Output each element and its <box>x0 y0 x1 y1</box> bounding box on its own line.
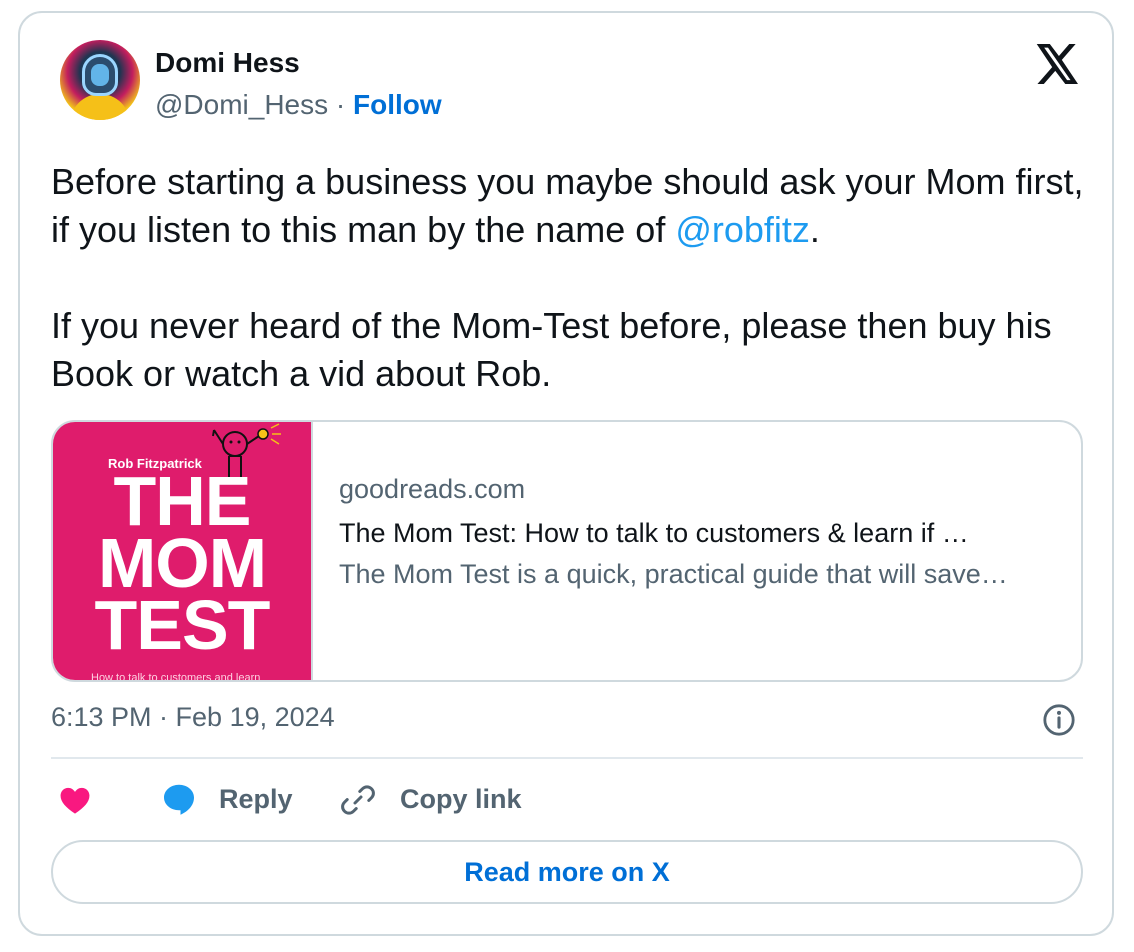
tweet-text: Before starting a business you maybe sho… <box>51 158 1091 398</box>
x-logo-icon[interactable] <box>1036 44 1080 84</box>
info-icon[interactable] <box>1042 703 1076 737</box>
book-title-line: TEST <box>94 586 271 664</box>
avatar-face <box>91 64 109 86</box>
author-handle[interactable]: @Domi_Hess <box>155 89 328 120</box>
book-title-line: MOM <box>97 524 267 602</box>
link-chain-icon[interactable] <box>340 782 376 818</box>
reply-bubble-icon[interactable] <box>161 781 197 817</box>
copy-link-button[interactable]: Copy link <box>400 784 522 815</box>
author-avatar[interactable] <box>60 40 140 120</box>
read-more-button[interactable]: Read more on X <box>51 840 1083 904</box>
link-card-text: goodreads.com The Mom Test: How to talk … <box>339 472 1069 594</box>
author-handle-row: @Domi_Hess · Follow <box>155 89 442 121</box>
link-domain: goodreads.com <box>339 474 526 504</box>
tweet-timestamp[interactable]: 6:13 PM · Feb 19, 2024 <box>51 702 335 733</box>
author-name[interactable]: Domi Hess <box>155 47 300 79</box>
book-title: THE MOM TEST <box>53 462 311 664</box>
avatar-suit <box>70 94 130 120</box>
tweet-paragraph-2: If you never heard of the Mom-Test befor… <box>51 305 1052 394</box>
tweet-text-segment: Before starting a business you maybe sho… <box>51 161 1084 250</box>
reply-button[interactable]: Reply <box>219 784 293 815</box>
handle-separator: · <box>335 89 346 120</box>
link-title: The Mom Test: How to talk to customers &… <box>339 518 969 548</box>
link-description: The Mom Test is a quick, practical guide… <box>339 559 1008 589</box>
book-cover-image: Rob Fitzpatrick THE MOM TEST How to talk… <box>53 422 313 682</box>
tweet-text-segment: . <box>809 209 820 250</box>
tweet-paragraph-1: Before starting a business you maybe sho… <box>51 158 1091 254</box>
link-preview-card[interactable]: Rob Fitzpatrick THE MOM TEST How to talk… <box>51 420 1083 682</box>
book-subtitle: How to talk to customers and learn <box>91 672 261 682</box>
mention-link[interactable]: @robfitz <box>675 209 810 250</box>
divider <box>51 757 1083 759</box>
book-title-line: THE <box>113 462 252 540</box>
follow-button[interactable]: Follow <box>353 89 442 120</box>
heart-icon[interactable] <box>58 783 92 817</box>
